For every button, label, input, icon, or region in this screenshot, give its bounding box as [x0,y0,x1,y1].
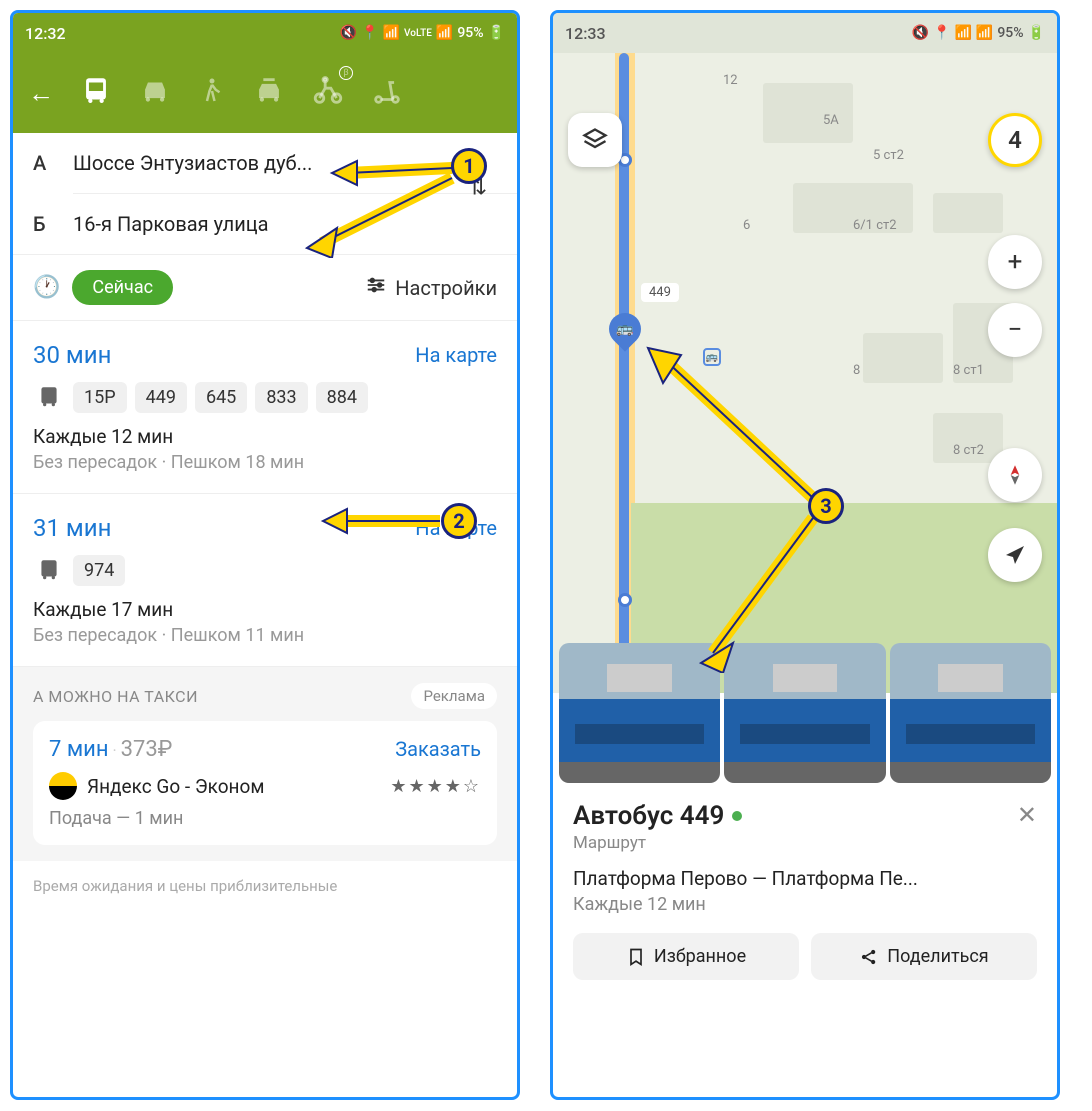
battery-text: 95% [457,25,483,41]
status-time: 12:32 [25,24,66,43]
online-indicator [732,811,742,821]
wifi-icon: 📶 [383,25,400,41]
bus-num: 833 [255,382,307,413]
stop-dot [618,593,632,607]
mode-walk-icon[interactable] [197,76,227,110]
taxi-title: А МОЖНО НА ТАКСИ [33,687,198,706]
route-description: Платформа Перово — Платформа Пе... [573,867,1037,890]
bus-photo[interactable] [890,643,1051,783]
phone-right: 12:33 🔇 📍 📶 📶 95% 🔋 12 5А 5 ст2 6 6/1 ст… [550,10,1060,1100]
disclaimer: Время ожидания и цены приблизительные [13,861,517,911]
wifi-icon: 📶 [954,25,971,41]
bus-row: 15Р 449 645 833 884 [33,381,497,413]
signal-icon: 📶 [976,25,993,41]
details: Без пересадок · Пешком 11 мин [33,625,497,646]
locate-button[interactable] [988,528,1042,582]
map-label: 6 [743,218,750,233]
now-button[interactable]: Сейчас [72,270,173,305]
bus-info-card: Автобус 449 Маршрут ✕ Платформа Перово —… [553,783,1057,998]
duration: 31 мин [33,514,111,542]
frequency: Каждые 12 мин [33,425,497,448]
bus-num: 449 [135,382,187,413]
yandex-logo-icon [49,772,77,800]
mode-bus-icon[interactable] [79,74,113,112]
compass-button[interactable] [988,448,1042,502]
settings-button[interactable]: Настройки [365,274,497,301]
net-label: VoLTE [404,28,432,39]
bus-title: Автобус 449 [573,801,742,831]
route-frequency: Каждые 12 мин [573,894,1037,915]
map-view[interactable]: 12 5А 5 ст2 6 6/1 ст2 8 8 ст1 8 ст2 НИ 4… [553,53,1057,693]
bus-num: 974 [73,555,125,586]
details: Без пересадок · Пешком 18 мин [33,452,497,473]
bus-icon [33,381,65,413]
pickup-text: Подача — 1 мин [49,808,481,829]
map-label: 8 ст1 [953,363,984,378]
settings-icon [365,274,387,301]
location-icon: 📍 [933,25,950,41]
zoom-in-button[interactable]: + [988,235,1042,289]
bus-num: 645 [195,382,247,413]
taxi-duration: 7 мин [49,737,109,762]
beta-badge: β [339,66,353,80]
time-settings-bar: 🕐 Сейчас Настройки [13,254,517,321]
map-label: 6/1 ст2 [853,218,897,233]
battery-text: 95% [997,25,1023,41]
status-right: 🔇 📍 📶 📶 95% 🔋 [912,25,1045,41]
map-label: 8 [853,363,860,378]
counter-button[interactable]: 4 [988,113,1042,167]
mode-scooter-icon[interactable] [370,74,404,112]
provider-name: Яндекс Go - Эконом [87,775,264,798]
bus-icon [33,554,65,586]
back-button[interactable]: ← [28,78,54,109]
phone-left: 12:32 🔇 📍 📶 VoLTE 📶 95% 🔋 ← β [10,10,520,1100]
route-type: Маршрут [573,833,742,853]
bus-num: 15Р [73,382,127,413]
map-link[interactable]: На карте [415,343,497,367]
callout-2: 2 [441,503,477,539]
battery-icon: 🔋 [488,25,505,41]
frequency: Каждые 17 мин [33,598,497,621]
map-label: 12 [723,73,738,88]
favorite-button[interactable]: Избранное [573,933,799,980]
mode-taxi-icon[interactable] [252,74,286,112]
status-time: 12:33 [565,24,606,43]
signal-icon: 📶 [436,25,453,41]
route-result-1[interactable]: 30 мин На карте 15Р 449 645 833 884 Кажд… [13,321,517,494]
bus-row: 974 [33,554,497,586]
layers-button[interactable] [568,113,622,167]
mode-bike-icon[interactable]: β [311,74,345,112]
settings-label: Настройки [395,276,497,300]
callout-1: 1 [451,148,487,184]
zoom-out-button[interactable]: − [988,303,1042,357]
taxi-card[interactable]: 7 мин · 373₽ Заказать Яндекс Go - Эконом… [33,721,497,845]
mute-icon: 🔇 [340,25,357,41]
route-number-label: 449 [641,283,679,302]
ad-badge: Реклама [411,683,497,709]
status-bar: 12:32 🔇 📍 📶 VoLTE 📶 95% 🔋 [13,13,517,53]
close-button[interactable]: ✕ [1017,801,1037,829]
share-button[interactable]: Поделиться [811,933,1037,980]
mode-car-icon[interactable] [138,74,172,112]
rating-stars: ★★★★☆ [390,776,481,797]
clock-icon: 🕐 [33,275,60,300]
to-label: Б [33,212,73,236]
taxi-section: А МОЖНО НА ТАКСИ Реклама 7 мин · 373₽ За… [13,667,517,861]
callout-3: 3 [808,488,844,524]
order-button[interactable]: Заказать [395,737,481,762]
battery-icon: 🔋 [1028,25,1045,41]
taxi-price: 373₽ [121,737,173,762]
from-label: А [33,151,73,175]
status-right: 🔇 📍 📶 VoLTE 📶 95% 🔋 [340,25,505,41]
transport-modes-header: ← β [13,53,517,133]
duration: 30 мин [33,341,111,369]
bus-num: 884 [316,382,368,413]
map-label: 5 ст2 [873,148,904,163]
time-left: 🕐 Сейчас [33,270,173,305]
map-label: 8 ст2 [953,443,984,458]
location-icon: 📍 [361,25,378,41]
mute-icon: 🔇 [912,25,929,41]
map-label: 5А [823,113,839,128]
status-bar: 12:33 🔇 📍 📶 📶 95% 🔋 [553,13,1057,53]
